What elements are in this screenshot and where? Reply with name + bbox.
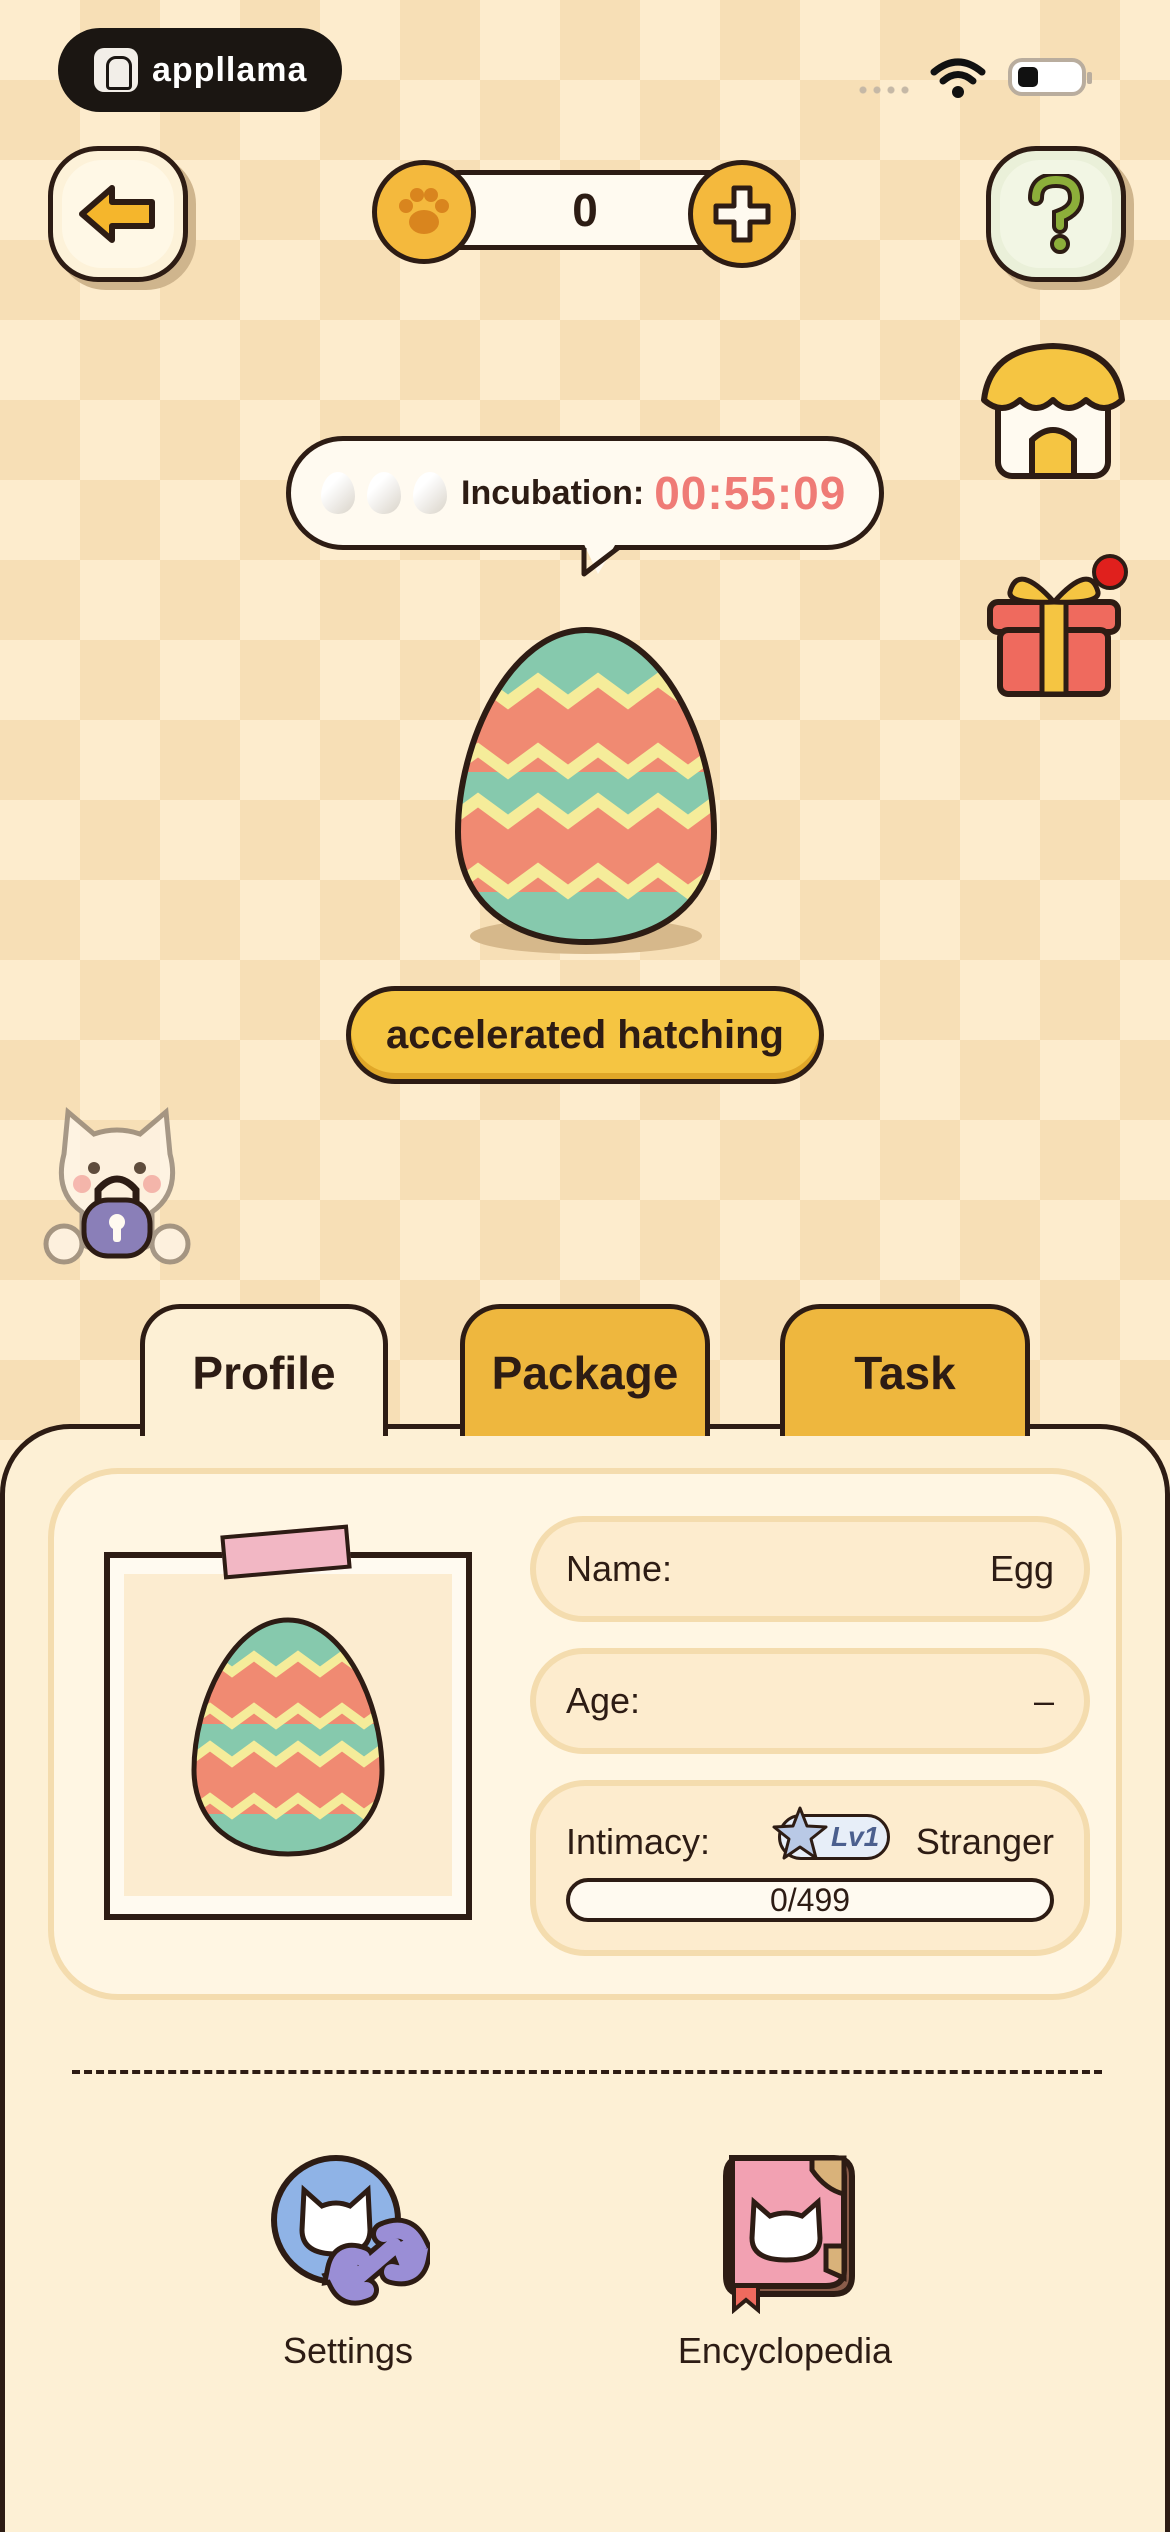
tab-profile[interactable]: Profile <box>140 1304 388 1436</box>
encyclopedia-label[interactable]: Encyclopedia <box>640 2330 930 2372</box>
settings-cat-icon[interactable] <box>266 2150 430 2310</box>
age-value: – <box>1033 1680 1054 1721</box>
notification-dot <box>1092 554 1128 590</box>
app-badge: appllama <box>58 28 342 112</box>
back-button[interactable] <box>48 146 188 282</box>
settings-label[interactable]: Settings <box>216 2330 480 2372</box>
pet-photo-frame <box>104 1552 472 1920</box>
star-icon <box>772 1806 828 1860</box>
signal-dots <box>856 86 914 94</box>
add-coins-button[interactable] <box>688 160 796 268</box>
progress-text: 0/499 <box>769 1882 851 1918</box>
wifi-icon <box>930 58 986 98</box>
section-divider <box>72 2070 1102 2074</box>
encyclopedia-book-icon[interactable] <box>716 2150 864 2314</box>
name-row: Name: Egg <box>530 1516 1090 1622</box>
bubble-tail <box>581 540 620 577</box>
mini-egg-icon <box>321 472 355 514</box>
paw-icon <box>399 188 449 234</box>
battery-icon <box>1008 58 1092 96</box>
tab-task[interactable]: Task <box>780 1304 1030 1436</box>
plus-icon <box>713 185 771 243</box>
age-row: Age: – <box>530 1648 1090 1754</box>
tab-package[interactable]: Package <box>460 1304 710 1436</box>
age-label: Age: <box>566 1680 641 1721</box>
intimacy-progress-bar: 0/499 <box>566 1878 1054 1922</box>
tab-bridge <box>148 1418 380 1432</box>
name-value: Egg <box>989 1548 1054 1589</box>
mini-egg-icon <box>413 472 447 514</box>
intimacy-title: Stranger <box>915 1821 1054 1862</box>
question-icon <box>1028 174 1085 254</box>
incubation-timer: 00:55:09 <box>654 467 847 519</box>
egg-portrait-icon <box>191 1617 385 1857</box>
accelerated-hatching-button[interactable]: accelerated hatching <box>346 986 824 1084</box>
incubation-label: Incubation: <box>461 473 645 512</box>
llama-logo-icon <box>94 48 138 92</box>
paw-coin <box>372 160 476 264</box>
help-button[interactable] <box>986 146 1126 282</box>
gift-icon[interactable] <box>978 552 1132 702</box>
mini-egg-icon <box>367 472 401 514</box>
locked-cat-icon[interactable] <box>34 1094 200 1270</box>
intimacy-label: Intimacy: <box>566 1821 711 1862</box>
striped-egg-icon[interactable] <box>448 622 724 958</box>
app-name: appllama <box>152 50 308 89</box>
incubation-bubble: Incubation: 00:55:09 <box>286 436 884 550</box>
name-label: Name: <box>566 1548 673 1589</box>
house-icon[interactable] <box>978 336 1128 484</box>
arrow-left-icon <box>79 185 155 243</box>
